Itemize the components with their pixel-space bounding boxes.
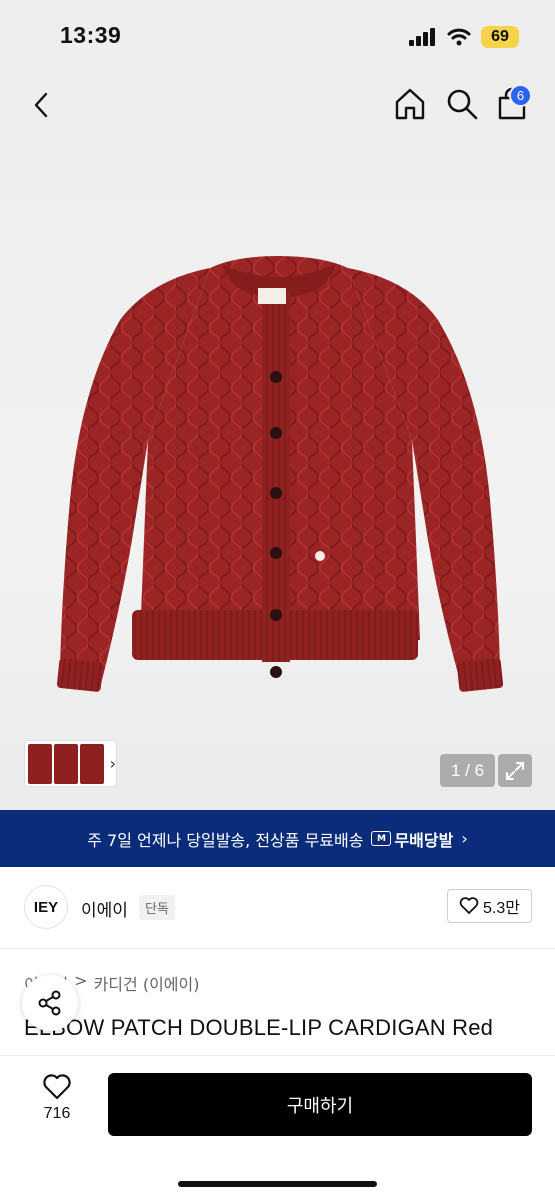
battery-indicator: 69 — [481, 26, 519, 48]
status-bar: 13:39 69 — [0, 0, 555, 70]
heart-icon — [459, 897, 479, 914]
search-icon — [447, 89, 478, 120]
banner-text: 주 7일 언제나 당일발송, 전상품 무료배송 — [87, 830, 364, 850]
home-button[interactable] — [392, 86, 428, 122]
badge-label: 무배당발 — [394, 830, 454, 850]
search-button[interactable] — [444, 86, 480, 122]
cart-count-badge: 6 — [509, 84, 532, 107]
expand-image-button[interactable] — [498, 754, 532, 787]
chevron-right-icon: › — [461, 829, 468, 848]
thumbnail-image[interactable] — [53, 743, 78, 784]
status-icons: 69 — [409, 26, 519, 48]
wishlist-button[interactable]: 716 — [30, 1073, 84, 1133]
chevron-left-icon — [34, 92, 48, 118]
status-time: 13:39 — [60, 22, 122, 48]
chevron-right-icon: › — [109, 754, 116, 773]
nav-bar — [0, 70, 555, 140]
brand-logo[interactable]: IEY — [24, 885, 68, 929]
thumbnail-image[interactable] — [28, 743, 52, 784]
share-icon — [38, 990, 61, 1016]
image-page-counter: 1 / 6 — [440, 754, 495, 787]
home-indicator — [178, 1181, 377, 1187]
brand-name[interactable]: 이에이 — [81, 896, 128, 921]
home-icon — [395, 88, 425, 120]
expand-icon — [506, 761, 524, 780]
product-image[interactable] — [0, 140, 555, 810]
wifi-icon — [447, 28, 471, 46]
exclusive-tag: 단독 — [139, 895, 175, 920]
shipping-banner[interactable]: 주 7일 언제나 당일발송, 전상품 무료배송 M 무배당발 › — [0, 810, 555, 867]
delivery-truck-icon: M — [371, 831, 392, 846]
buy-button[interactable]: 구매하기 — [108, 1073, 532, 1136]
bottom-action-bar: 716 구매하기 — [0, 1055, 555, 1200]
wishlist-count: 716 — [43, 1105, 71, 1122]
heart-icon — [43, 1074, 71, 1100]
thumbnail-image[interactable] — [79, 743, 104, 784]
back-button[interactable] — [24, 88, 58, 122]
brand-like-count: 5.3만 — [483, 900, 520, 917]
cellular-signal-icon — [409, 28, 435, 46]
share-button[interactable] — [22, 975, 78, 1031]
free-shipping-badge: M 무배당발 — [371, 827, 453, 851]
breadcrumb-separator: > — [74, 971, 88, 990]
cardigan-illustration — [56, 256, 504, 692]
thumbnail-strip[interactable]: › — [24, 740, 117, 787]
brand-like-button[interactable]: 5.3만 — [447, 889, 532, 923]
brand-row: IEY 이에이 단독 5.3만 — [0, 867, 555, 949]
battery-level: 69 — [491, 28, 509, 45]
breadcrumb-current[interactable]: 카디건 (이에이) — [94, 971, 200, 995]
